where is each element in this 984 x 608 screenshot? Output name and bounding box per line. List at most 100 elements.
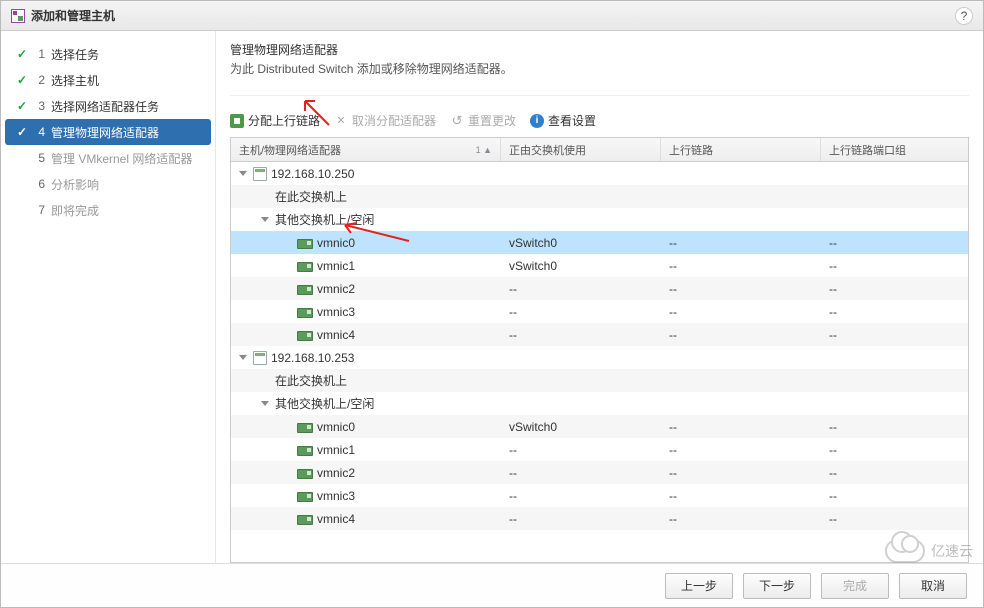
cell-c2: -- [661,305,821,319]
nic-row[interactable]: vmnic1------ [231,438,968,461]
cell-c1: vSwitch0 [501,420,661,434]
nic-row[interactable]: vmnic0vSwitch0---- [231,415,968,438]
row-label: 在此交换机上 [275,372,347,389]
step-label: 选择网络适配器任务 [51,98,159,115]
cell-c1: vSwitch0 [501,259,661,273]
row-label: vmnic0 [317,236,355,250]
nic-row[interactable]: vmnic3------ [231,484,968,507]
nic-icon [297,308,313,318]
nic-row[interactable]: vmnic3------ [231,300,968,323]
host-row[interactable]: 192.168.10.253 [231,346,968,369]
wizard-step-3[interactable]: ✓3选择网络适配器任务 [5,93,211,119]
step-number: 2 [35,73,45,87]
reset-changes-button[interactable]: 重置更改 [450,112,516,129]
nic-row[interactable]: vmnic4------ [231,323,968,346]
info-icon [530,114,544,128]
table-body: 192.168.10.250在此交换机上其他交换机上/空闲vmnic0vSwit… [231,162,968,562]
wizard-step-5: 5管理 VMkernel 网络适配器 [5,145,211,171]
step-number: 1 [35,47,45,61]
expand-icon[interactable] [261,401,269,406]
nic-row[interactable]: vmnic1vSwitch0---- [231,254,968,277]
group-row[interactable]: 在此交换机上 [231,185,968,208]
group-row[interactable]: 其他交换机上/空闲 [231,208,968,231]
assign-uplink-button[interactable]: 分配上行链路 [230,112,320,129]
dialog-title: 添加和管理主机 [31,7,115,24]
host-icon [253,167,267,181]
step-number: 3 [35,99,45,113]
step-label: 选择主机 [51,72,99,89]
step-label: 管理 VMkernel 网络适配器 [51,150,192,167]
cell-c1: -- [501,328,661,342]
content-pane: 管理物理网络适配器 为此 Distributed Switch 添加或移除物理网… [216,31,983,563]
unassign-adapter-button[interactable]: 取消分配适配器 [334,112,436,129]
cell-c3: -- [821,489,968,503]
nic-row[interactable]: vmnic4------ [231,507,968,530]
wizard-step-2[interactable]: ✓2选择主机 [5,67,211,93]
toolbar: 分配上行链路 取消分配适配器 重置更改 查看设置 [230,110,969,131]
content-heading: 管理物理网络适配器 [230,41,969,58]
col-uplink-portgroup[interactable]: 上行链路端口组 [821,138,968,161]
sort-asc-icon: 1 ▲ [476,145,492,155]
step-label: 分析影响 [51,176,99,193]
col-uplink[interactable]: 上行链路 [661,138,821,161]
wizard-step-4[interactable]: ✓4管理物理网络适配器 [5,119,211,145]
nic-row[interactable]: vmnic2------ [231,461,968,484]
cell-c3: -- [821,305,968,319]
dialog: 添加和管理主机 ? ✓1选择任务✓2选择主机✓3选择网络适配器任务✓4管理物理网… [0,0,984,608]
content-subheading: 为此 Distributed Switch 添加或移除物理网络适配器。 [230,60,969,77]
cancel-icon [334,114,348,128]
group-row[interactable]: 在此交换机上 [231,369,968,392]
view-settings-button[interactable]: 查看设置 [530,112,596,129]
dialog-icon [11,9,25,23]
cell-c2: -- [661,489,821,503]
cell-c1: -- [501,512,661,526]
cancel-button[interactable]: 取消 [899,573,967,599]
help-button[interactable]: ? [955,7,973,25]
step-label: 选择任务 [51,46,99,63]
separator [230,95,969,96]
dialog-body: ✓1选择任务✓2选择主机✓3选择网络适配器任务✓4管理物理网络适配器5管理 VM… [1,31,983,563]
nic-icon [297,423,313,433]
cell-c3: -- [821,328,968,342]
adapter-table: 主机/物理网络适配器 1 ▲ 正由交换机使用 上行链路 上行链路端口组 192.… [230,137,969,563]
nic-icon [297,285,313,295]
unassign-label: 取消分配适配器 [352,112,436,129]
cell-c2: -- [661,512,821,526]
next-button[interactable]: 下一步 [743,573,811,599]
wizard-step-6: 6分析影响 [5,171,211,197]
check-icon: ✓ [15,47,29,61]
cell-c3: -- [821,512,968,526]
nic-row[interactable]: vmnic0vSwitch0---- [231,231,968,254]
col-used-by-switch[interactable]: 正由交换机使用 [501,138,661,161]
expand-icon[interactable] [239,355,247,360]
step-number: 4 [35,125,45,139]
row-label: 其他交换机上/空闲 [275,211,374,228]
nic-icon [297,515,313,525]
cell-c3: -- [821,259,968,273]
nic-icon [297,331,313,341]
row-label: vmnic1 [317,443,355,457]
cell-c1: -- [501,466,661,480]
row-label: 192.168.10.253 [271,351,354,365]
nic-icon [297,446,313,456]
expand-icon[interactable] [239,171,247,176]
wizard-step-1[interactable]: ✓ 1 选择任务 [5,41,211,67]
col-host-adapter[interactable]: 主机/物理网络适配器 1 ▲ [231,138,501,161]
cell-c3: -- [821,466,968,480]
reset-label: 重置更改 [468,112,516,129]
row-label: vmnic3 [317,305,355,319]
finish-button[interactable]: 完成 [821,573,889,599]
nic-row[interactable]: vmnic2------ [231,277,968,300]
row-label: vmnic1 [317,259,355,273]
group-row[interactable]: 其他交换机上/空闲 [231,392,968,415]
nic-icon [297,492,313,502]
nic-icon [297,262,313,272]
table-header-row: 主机/物理网络适配器 1 ▲ 正由交换机使用 上行链路 上行链路端口组 [231,138,968,162]
cell-c1: -- [501,282,661,296]
back-button[interactable]: 上一步 [665,573,733,599]
cell-c3: -- [821,282,968,296]
expand-icon[interactable] [261,217,269,222]
host-row[interactable]: 192.168.10.250 [231,162,968,185]
row-label: vmnic3 [317,489,355,503]
cell-c1: -- [501,489,661,503]
